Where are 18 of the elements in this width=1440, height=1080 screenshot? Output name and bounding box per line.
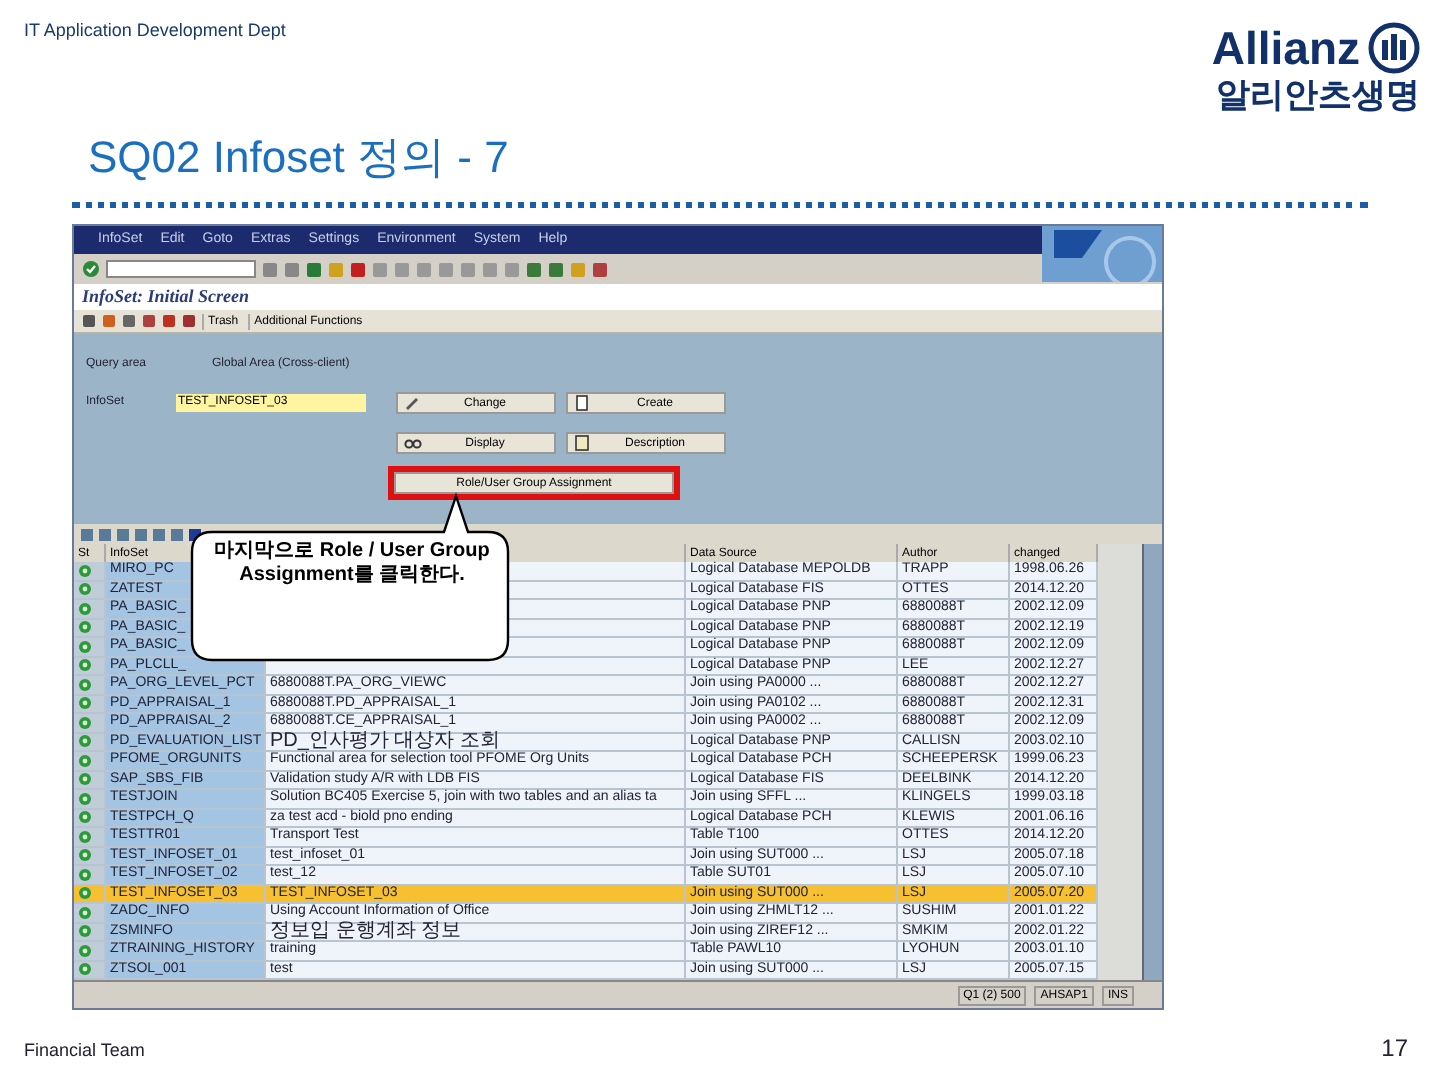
glasses-icon: [404, 434, 422, 452]
page-icon: [574, 394, 592, 412]
table-cell: 정보입 운행계좌 정보: [270, 922, 462, 941]
logo-emblem-icon: [1368, 22, 1420, 74]
logo-subtext: 알리안츠생명: [1216, 76, 1420, 116]
command-field[interactable]: [106, 260, 256, 278]
department-label: IT Application Development Dept: [24, 18, 286, 42]
page-number: 17: [1381, 1032, 1408, 1066]
footer-label: Financial Team: [24, 1038, 145, 1064]
screen-title: InfoSet: Initial Screen: [82, 283, 250, 310]
enter-icon: [82, 260, 100, 278]
page-icon: [574, 434, 592, 452]
scrollbar[interactable]: [1142, 544, 1162, 980]
pencil-icon: [404, 394, 422, 412]
sap-logo-icon: [1042, 226, 1162, 282]
table-cell: PD_인사평가 대상자 조회: [270, 732, 501, 751]
logo-text: Allianz: [1211, 24, 1360, 72]
slide-title: SQ02 Infoset 정의 - 7: [86, 130, 511, 186]
